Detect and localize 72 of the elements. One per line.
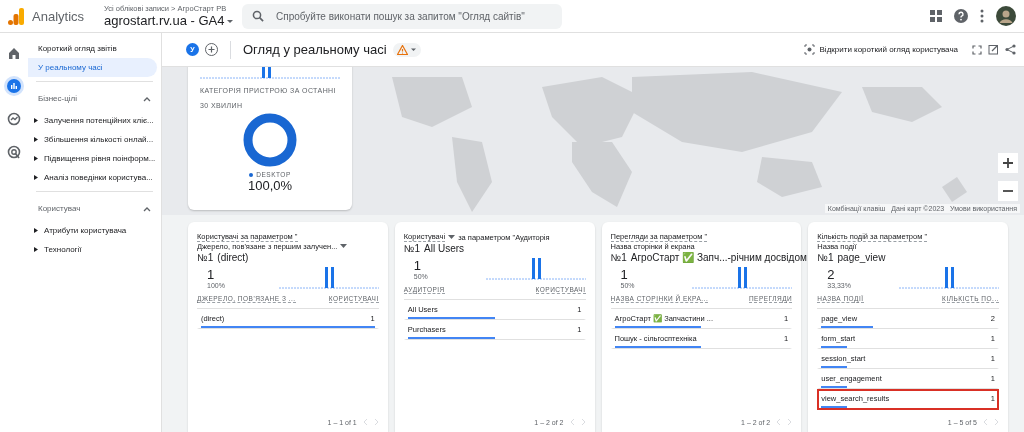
snapshot-label: Відкрити короткий огляд користувача [819,45,958,54]
section-title: Бізнес-цілі [38,94,78,103]
nav-item[interactable]: Технології [28,240,161,259]
help-icon[interactable] [954,9,968,23]
rank-label: №1 [197,252,214,263]
triangle-icon [34,137,38,142]
triangle-icon [34,175,38,180]
reports-icon [7,79,21,93]
donut-chart-icon [243,113,297,167]
nav-item[interactable]: Збільшення кількості онлай... [28,130,161,149]
section-title: Користувач [38,204,81,213]
legend-dot-icon [249,172,254,177]
sparkline-icon [899,265,999,289]
caret-icon [409,46,417,53]
nav-item-label: Атрибути користувача [44,226,127,235]
search-field[interactable]: Спробуйте виконати пошук за запитом "Огляд сайтів" [242,3,563,29]
nav-item-label: Підвищення рівня поінформ... [44,154,156,163]
warning-icon [396,44,408,55]
nav-item[interactable]: Атрибути користувача [28,221,161,240]
snapshot-icon [803,44,815,55]
product-name: Analytics [32,8,85,24]
nav-item[interactable]: Аналіз поведінки користува... [28,168,161,187]
top-value: 1 [207,267,216,282]
top-item: page_view [837,252,886,263]
top-value: 1 [620,267,629,282]
device-share: 100,0% [247,178,293,193]
rank-label: №1 [817,252,834,263]
top-item: All Users [424,243,465,254]
rank-label: №1 [610,252,627,263]
zoom-out-button[interactable] [998,181,1018,201]
sparkline-icon [692,265,793,289]
zoom-in-button[interactable] [998,153,1018,173]
top-item: (direct) [217,252,249,263]
home-icon [7,46,21,60]
avatar-icon[interactable] [996,6,1016,26]
edit-icon[interactable] [988,44,999,55]
triangle-icon [34,118,38,123]
warning-dropdown[interactable] [392,42,421,57]
search-icon [252,10,265,22]
page-title: Огляд у реальному часі [243,42,387,57]
property-selector[interactable]: agrostart.rv.ua - GA4 [104,13,225,28]
share-icon[interactable] [1005,44,1016,55]
triangle-icon [34,228,38,233]
nav-item-label: Залучення потенційних кліє... [44,116,154,125]
top-item: АгроСтарт ✅ Запч...-річним досвідом [630,252,807,263]
analytics-logo-icon [8,7,24,25]
triangle-icon [34,156,38,161]
target-icon [7,145,21,159]
user-snapshot-button[interactable]: Відкрити короткий огляд користувача [803,44,958,55]
fullscreen-icon[interactable] [972,44,982,55]
nav-item[interactable]: У реальному часі [28,58,157,77]
rail-button[interactable] [4,76,24,96]
top-value: 1 [413,258,422,273]
apps-grid-icon[interactable] [930,10,942,22]
more-icon[interactable] [980,9,984,23]
nav-item[interactable]: Підвищення рівня поінформ... [28,149,161,168]
top-value: 2 [827,267,836,282]
triangle-icon [34,247,38,252]
rank-label: №1 [403,243,421,254]
add-comparison-icon[interactable] [205,43,218,56]
nav-item-label: Технології [44,245,82,254]
nav-item-label: Збільшення кількості онлай... [44,135,154,144]
sparkline-icon [485,256,586,280]
sparkline-icon [278,265,379,289]
nav-item[interactable]: Залучення потенційних кліє... [28,111,161,130]
plus-icon [1003,158,1013,168]
nav-section-header[interactable]: Користувач [28,196,161,221]
explore-icon [7,112,21,126]
nav-item[interactable]: Короткий огляд звітів [28,39,157,58]
nav-section-header[interactable]: Бізнес-цілі [28,86,161,111]
nav-item-label: Аналіз поведінки користува... [44,173,153,182]
minus-icon [1003,190,1013,192]
